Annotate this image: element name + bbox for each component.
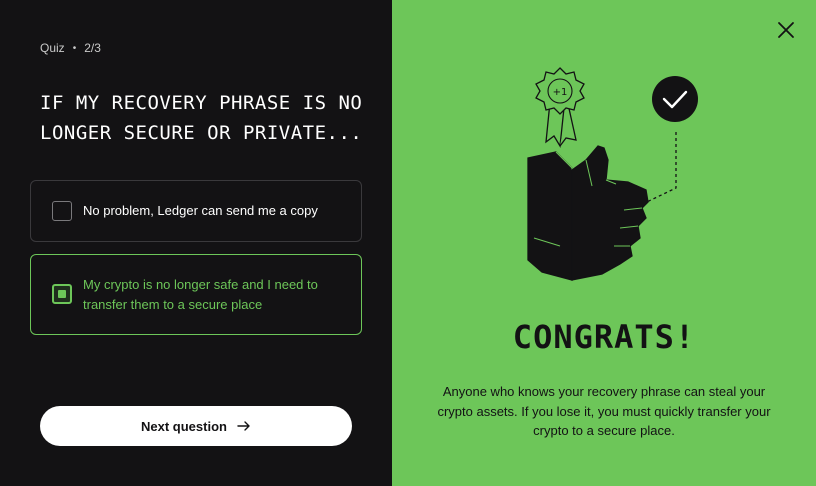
quiz-section-label: Quiz xyxy=(40,41,65,55)
checkbox-selected-mark xyxy=(58,290,66,298)
check-circle-icon xyxy=(652,76,698,122)
breadcrumb-separator: • xyxy=(72,42,77,54)
medal-icon: +1 xyxy=(535,67,585,149)
arrow-right-icon xyxy=(237,421,250,431)
answer-checkbox-1[interactable] xyxy=(52,201,72,221)
svg-text:+1: +1 xyxy=(553,87,568,98)
quiz-step-counter: 2/3 xyxy=(84,41,101,55)
answer-option-1[interactable]: No problem, Ledger can send me a copy xyxy=(30,180,362,242)
next-question-button[interactable]: Next question xyxy=(40,406,352,446)
quiz-panel: Quiz • 2/3 IF MY RECOVERY PHRASE IS NO L… xyxy=(0,0,392,486)
result-description: Anyone who knows your recovery phrase ca… xyxy=(437,384,771,438)
next-question-label: Next question xyxy=(141,418,227,434)
result-title: CONGRATS! xyxy=(512,318,696,356)
answer-option-2[interactable]: My crypto is no longer safe and I need t… xyxy=(30,254,362,335)
question-text: IF MY RECOVERY PHRASE IS NO LONGER SECUR… xyxy=(40,92,363,144)
answer-option-label: My crypto is no longer safe and I need t… xyxy=(83,277,318,312)
answer-checkbox-2[interactable] xyxy=(52,284,72,304)
quiz-breadcrumb: Quiz • 2/3 xyxy=(40,41,101,55)
thumbs-up-illustration: +1 xyxy=(527,67,698,281)
answer-option-label: No problem, Ledger can send me a copy xyxy=(83,203,318,218)
close-icon[interactable] xyxy=(776,20,796,40)
